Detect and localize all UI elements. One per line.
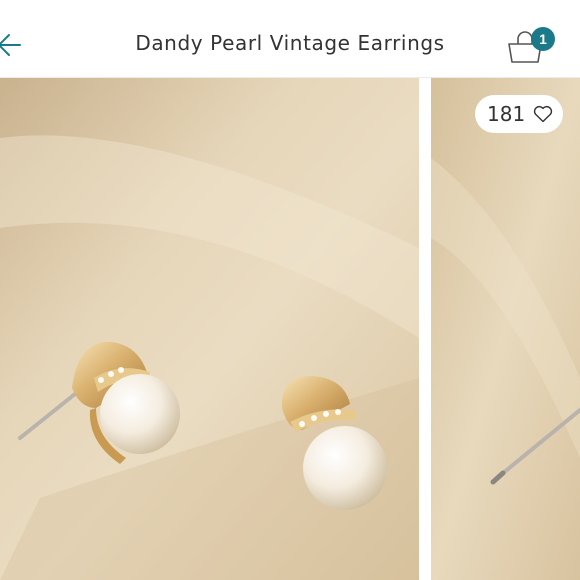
product-image-carousel[interactable] (0, 78, 580, 580)
cart-count-badge: 1 (531, 27, 555, 51)
top-bar: Dandy Pearl Vintage Earrings 1 (0, 0, 580, 78)
product-photo[interactable] (431, 78, 580, 580)
heart-outline-icon (534, 105, 553, 123)
product-photo[interactable] (0, 78, 419, 580)
likes-count: 181 (487, 102, 526, 126)
arrow-left-icon[interactable] (0, 30, 24, 60)
like-button[interactable]: 181 (475, 95, 563, 133)
page-title: Dandy Pearl Vintage Earrings (135, 31, 445, 55)
